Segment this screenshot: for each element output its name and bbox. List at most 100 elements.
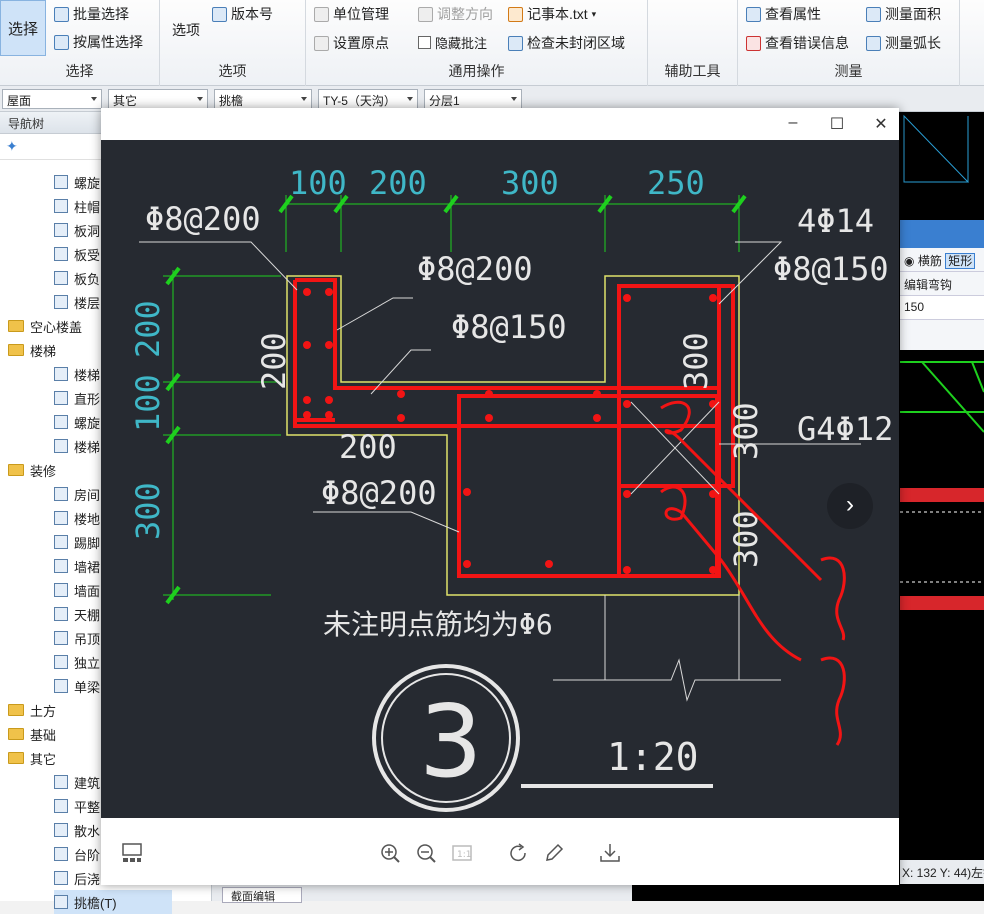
component-icon xyxy=(54,391,68,405)
rectangle-label[interactable]: 矩形 xyxy=(945,253,976,269)
measure-area-button[interactable]: 测量面积 xyxy=(866,4,941,24)
layer-select[interactable]: 分层1 xyxy=(424,89,522,109)
measure-arc-button[interactable]: 测量弧长 xyxy=(866,33,941,53)
version-label: 版本号 xyxy=(231,6,273,22)
left-dimension-lines xyxy=(163,270,281,600)
category-select[interactable]: 其它 xyxy=(108,89,208,109)
nav-item-label: 楼梯 xyxy=(74,439,101,455)
viewer-title-bar: – ☐ ✕ xyxy=(101,108,899,140)
left-dimension-texts: 200 100 300 xyxy=(129,300,167,540)
nav-item-label: 单梁 xyxy=(74,679,101,695)
nav-item-label: 基础 xyxy=(30,727,57,743)
select-by-attribute-button[interactable]: 按属性选择 xyxy=(54,32,143,52)
minimize-icon[interactable]: – xyxy=(783,114,803,134)
nav-item[interactable]: 挑檐(T) xyxy=(54,890,172,914)
svg-text:1:1: 1:1 xyxy=(457,850,471,860)
nav-item-label: 散水 xyxy=(74,823,101,839)
panel-title-bar xyxy=(900,220,984,248)
component-type-select[interactable]: 挑檐 xyxy=(214,89,312,109)
component-icon xyxy=(54,775,68,789)
horizontal-rebar-label: 横筋 xyxy=(917,254,942,268)
dim-left-3: 300 xyxy=(129,482,167,540)
maximize-icon[interactable]: ☐ xyxy=(827,114,847,134)
component-icon xyxy=(54,247,68,261)
view-attribute-label: 查看属性 xyxy=(765,6,821,22)
unit-management-button[interactable]: 单位管理 xyxy=(314,4,389,24)
component-icon xyxy=(54,847,68,861)
nav-item-label: 天棚 xyxy=(74,607,101,623)
check-unclosed-label: 检查未封闭区域 xyxy=(527,35,625,51)
notepad-label: 记事本.txt xyxy=(527,6,588,22)
edit-pencil-icon[interactable] xyxy=(543,842,565,864)
nav-item-label: 板受 xyxy=(74,247,101,263)
group-title-common: 通用操作 xyxy=(448,63,505,79)
group-title-select: 选择 xyxy=(65,63,94,79)
component-icon xyxy=(54,655,68,669)
next-image-button[interactable]: › xyxy=(827,483,873,529)
folder-icon xyxy=(8,320,24,332)
version-button[interactable]: 版本号 xyxy=(212,4,273,24)
folder-icon xyxy=(8,704,24,716)
close-icon[interactable]: ✕ xyxy=(871,114,891,134)
floor-select[interactable]: 屋面 xyxy=(2,89,102,109)
group-title-measure: 测量 xyxy=(834,63,863,79)
nav-item-label: 吊顶 xyxy=(74,631,101,647)
nav-item-label: 墙面 xyxy=(74,583,101,599)
checkbox-icon[interactable] xyxy=(418,36,431,49)
component-icon xyxy=(54,823,68,837)
image-viewer-window: – ☐ ✕ 100 200 300 250 200 100 300 Φ8@200… xyxy=(101,108,899,885)
options-button[interactable]: 选项 xyxy=(172,20,200,40)
hide-annotation-checkbox[interactable]: 隐藏批注 xyxy=(418,33,487,52)
direction-icon xyxy=(418,6,433,22)
component-icon xyxy=(54,271,68,285)
view-attribute-icon xyxy=(746,6,761,22)
floor-select-value: 屋面 xyxy=(7,94,32,108)
top-dimension-texts: 100 200 300 250 xyxy=(289,164,705,202)
actual-size-icon[interactable]: 1:1 xyxy=(451,842,473,864)
view-errors-button[interactable]: 查看错误信息 xyxy=(746,33,849,53)
check-unclosed-area-button[interactable]: 检查未封闭区域 xyxy=(508,33,625,53)
component-icon xyxy=(54,631,68,645)
component-icon xyxy=(54,607,68,621)
folder-icon xyxy=(8,344,24,356)
rotate-icon[interactable] xyxy=(507,842,529,864)
view-errors-label: 查看错误信息 xyxy=(765,35,849,51)
component-select[interactable]: TY-5（天沟） xyxy=(318,89,418,109)
nav-item-label: 柱帽 xyxy=(74,199,101,215)
folder-icon xyxy=(8,464,24,476)
select-button[interactable]: 选择 xyxy=(0,0,46,56)
drawing-scale: 1:20 xyxy=(607,735,699,779)
section-svg: 100 200 300 250 200 100 300 Φ8@200 Φ8@20… xyxy=(129,164,893,812)
unit-management-label: 单位管理 xyxy=(333,6,389,22)
set-origin-button[interactable]: 设置原点 xyxy=(314,33,389,53)
error-icon xyxy=(746,35,761,51)
zoom-in-icon[interactable] xyxy=(379,842,401,864)
measure-arc-icon xyxy=(866,35,881,51)
zoom-out-icon[interactable] xyxy=(415,842,437,864)
check-area-icon xyxy=(508,35,523,51)
batch-select-button[interactable]: 批量选择 xyxy=(54,4,129,24)
nav-item-label: 螺旋 xyxy=(74,415,101,431)
spacing-input[interactable]: 150 xyxy=(900,296,984,320)
nav-item-label: 墙裙 xyxy=(74,559,101,575)
nav-item-label: 楼梯 xyxy=(74,367,101,383)
ribbon-group-select: 选择 批量选择 按属性选择 选择 xyxy=(0,0,160,86)
view-attribute-button[interactable]: 查看属性 xyxy=(746,4,821,24)
nav-item-label: 独立 xyxy=(74,655,101,671)
download-icon[interactable] xyxy=(599,842,621,864)
radio-button-horizontal[interactable]: ◉ xyxy=(904,254,914,268)
batch-select-icon xyxy=(54,6,69,22)
adjust-direction-button[interactable]: 调整方向 xyxy=(418,4,493,24)
ribbon-group-options: 选项 版本号 选项 xyxy=(160,0,306,86)
unit-icon xyxy=(314,6,329,22)
version-icon xyxy=(212,6,227,22)
component-icon xyxy=(54,295,68,309)
thumbnail-icon[interactable] xyxy=(121,842,143,864)
ribbon-group-tools: 辅助工具 xyxy=(648,0,738,86)
notepad-button[interactable]: 记事本.txt ▾ xyxy=(508,4,596,24)
edit-hook-button[interactable]: 编辑弯钩 xyxy=(900,272,984,296)
label-stirrup-4: Φ8@200 xyxy=(321,474,437,512)
batch-select-label: 批量选择 xyxy=(73,6,129,22)
origin-icon xyxy=(314,35,329,51)
drawing-note: 未注明点筋均为Φ6 xyxy=(323,608,553,641)
